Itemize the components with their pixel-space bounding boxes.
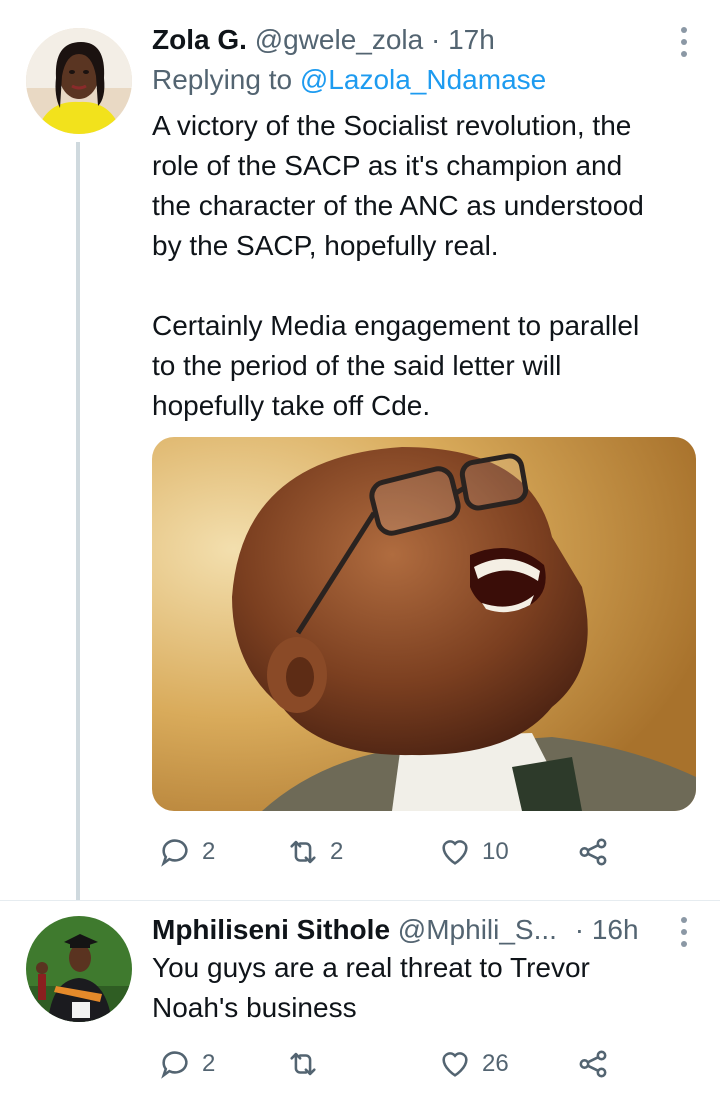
separator: · [574, 914, 585, 945]
reply-button[interactable]: 2 [158, 832, 215, 872]
tweet-text: You guys are a real threat to Trevor Noa… [152, 952, 590, 1023]
share-icon [579, 838, 607, 866]
timestamp[interactable]: 17h [448, 24, 495, 55]
like-button[interactable]: 26 [438, 1044, 509, 1084]
retweet-count: 2 [330, 838, 344, 865]
tweet-header: Zola G. @gwele_zola · 17h [152, 22, 680, 58]
heart-icon [442, 840, 468, 865]
replying-handle-link[interactable]: @Lazola_Ndamase [300, 64, 546, 95]
tweet-header: Mphiliseni Sithole @Mphili_S... · 16h [152, 912, 680, 948]
share-icon [579, 1050, 607, 1078]
like-count: 26 [482, 1050, 509, 1077]
tweet-text: A victory of the Socialist revolution, t… [152, 110, 644, 421]
retweet-button[interactable] [286, 1044, 330, 1084]
replying-label: Replying to [152, 64, 293, 95]
reply-button[interactable]: 2 [158, 1044, 215, 1084]
like-button[interactable]: 10 [438, 832, 509, 872]
tweet-2[interactable]: Mphiliseni Sithole @Mphili_S... · 16h Yo… [0, 900, 720, 1108]
heart-icon [442, 1052, 468, 1077]
like-count: 10 [482, 838, 509, 865]
timestamp[interactable]: 16h [592, 914, 639, 945]
more-vertical-icon[interactable] [680, 917, 688, 947]
user-handle[interactable]: @gwele_zola [255, 24, 424, 55]
retweet-icon [290, 1052, 316, 1076]
reply-icon [161, 1051, 188, 1079]
thread-line [76, 142, 80, 900]
retweet-icon [290, 840, 316, 864]
tweet-actions: 2 26 [152, 1044, 632, 1084]
separator: · [431, 24, 441, 55]
reply-count: 2 [202, 1050, 216, 1077]
avatar-mphiliseni[interactable] [26, 916, 132, 1022]
replying-to: Replying to @Lazola_Ndamase [152, 62, 546, 98]
reply-icon [161, 839, 188, 867]
display-name[interactable]: Mphiliseni Sithole [152, 914, 390, 945]
tweet-1[interactable]: Zola G. @gwele_zola · 17h Replying to @L… [0, 0, 720, 900]
reply-count: 2 [202, 838, 216, 865]
avatar-zola[interactable] [26, 28, 132, 134]
tweet-media-image[interactable] [152, 437, 696, 811]
more-vertical-icon[interactable] [680, 27, 688, 57]
display-name[interactable]: Zola G. [152, 24, 247, 55]
share-button[interactable] [576, 832, 620, 872]
user-handle[interactable]: @Mphili_S... [398, 914, 557, 945]
retweet-button[interactable]: 2 [286, 832, 343, 872]
tweet-actions: 2 2 10 [152, 832, 632, 872]
share-button[interactable] [576, 1044, 620, 1084]
